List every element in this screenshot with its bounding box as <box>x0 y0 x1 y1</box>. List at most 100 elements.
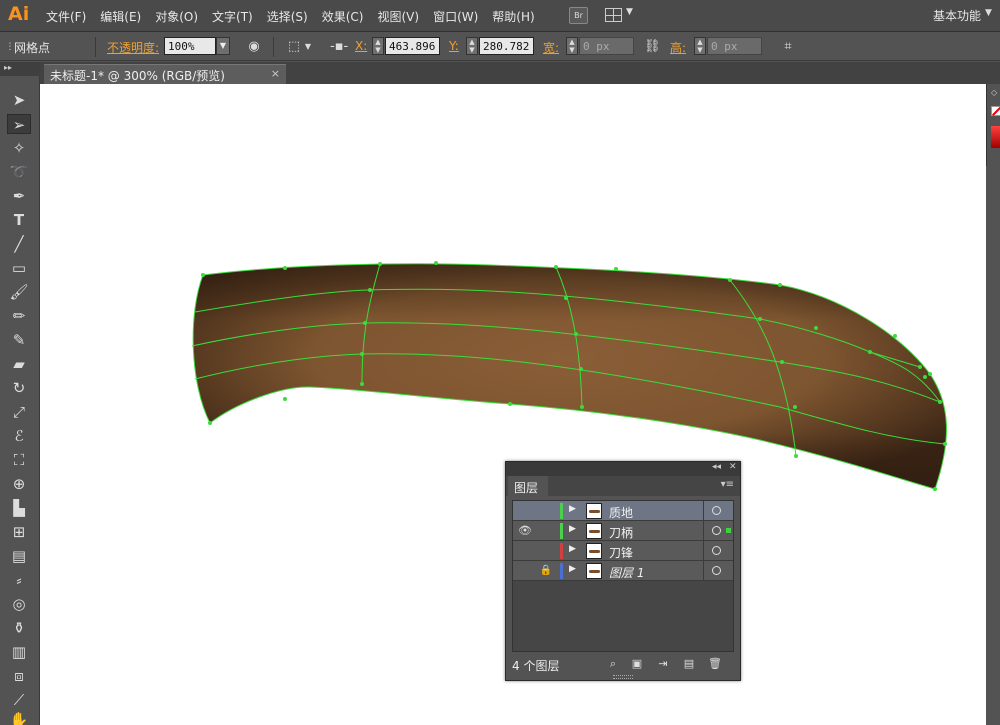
pen-tool-icon[interactable]: ✒ <box>7 186 31 206</box>
eyedropper-tool-icon[interactable]: ⸗ <box>7 570 31 590</box>
opacity-label[interactable]: 不透明度: <box>107 39 159 56</box>
new-layer-icon[interactable]: ▤ <box>682 657 696 671</box>
direct-selection-tool-icon[interactable]: ➢ <box>7 114 31 134</box>
width-input[interactable]: 0 px <box>579 37 634 55</box>
resize-grip[interactable] <box>613 675 633 679</box>
y-input[interactable]: 280.782 <box>479 37 534 55</box>
expand-icon[interactable]: ▶ <box>569 544 576 554</box>
layer-row[interactable]: 👁 ▶ 刀柄 <box>513 521 733 541</box>
layer-color-bar <box>560 543 563 559</box>
toolbar-header[interactable]: ▸▸ <box>0 62 40 76</box>
mesh-tool-icon[interactable]: ⊞ <box>7 522 31 542</box>
tab-layers[interactable]: 图层 <box>508 476 548 496</box>
no-fill-swatch-icon[interactable] <box>991 106 1000 116</box>
selection-tool-icon[interactable]: ➤ <box>7 90 31 110</box>
width-label: 宽: <box>543 41 560 55</box>
height-stepper[interactable]: ▲ ▼ <box>694 37 706 55</box>
layer-row[interactable]: ▶ 质地 <box>513 501 733 521</box>
layer-row[interactable]: ▶ 刀锋 <box>513 541 733 561</box>
layer-name[interactable]: 刀锋 <box>609 544 633 561</box>
pencil-tool-icon[interactable]: ✏ <box>7 306 31 326</box>
target-icon[interactable] <box>712 546 721 555</box>
grip-icon: ◇ <box>991 88 998 97</box>
layer-thumbnail <box>586 543 602 559</box>
layer-name[interactable]: 图层 1 <box>609 564 644 581</box>
menu-view[interactable]: 视图(V) <box>377 8 419 25</box>
arrange-documents-button[interactable]: ▼ <box>605 7 635 24</box>
document-tab[interactable]: 未标题-1* @ 300% (RGB/预览) × <box>44 64 286 84</box>
reference-point-icon[interactable]: -▪- <box>330 39 348 55</box>
scale-tool-icon[interactable]: ⤢ <box>7 402 31 422</box>
column-graph-tool-icon[interactable]: ▥ <box>7 642 31 662</box>
symbol-sprayer-tool-icon[interactable]: ⚱ <box>7 618 31 638</box>
height-input[interactable]: 0 px <box>707 37 762 55</box>
slice-tool-icon[interactable]: ⟋ <box>7 690 31 710</box>
menu-type[interactable]: 文字(T) <box>212 8 253 25</box>
shape-builder-tool-icon[interactable]: ⊕ <box>7 474 31 494</box>
lasso-tool-icon[interactable]: ➰ <box>7 162 31 182</box>
target-icon[interactable] <box>712 526 721 535</box>
isolate-icon[interactable]: ⌗ <box>780 39 796 55</box>
eye-icon[interactable]: 👁 <box>517 523 533 539</box>
layer-name[interactable]: 质地 <box>609 504 633 521</box>
opacity-input[interactable]: 100% <box>164 37 216 55</box>
width-stepper[interactable]: ▲ ▼ <box>566 37 578 55</box>
layers-panel-titlebar[interactable]: ◂◂ ✕ <box>506 462 740 476</box>
trash-icon[interactable]: 🗑 <box>708 657 722 671</box>
y-stepper[interactable]: ▲ ▼ <box>466 37 478 55</box>
chevron-down-icon[interactable]: ▼ <box>300 39 316 55</box>
gradient-tool-icon[interactable]: ▤ <box>7 546 31 566</box>
bridge-button[interactable]: Br <box>569 7 588 24</box>
close-icon[interactable]: × <box>271 67 280 80</box>
layer-thumbnail <box>586 503 602 519</box>
rectangle-tool-icon[interactable]: ▭ <box>7 258 31 278</box>
menu-file[interactable]: 文件(F) <box>46 8 86 25</box>
clipping-mask-icon[interactable]: ▣ <box>630 657 644 671</box>
panel-menu-icon[interactable]: ▾≡ <box>721 479 734 490</box>
target-icon[interactable] <box>712 506 721 515</box>
free-transform-tool-icon[interactable]: ⛶ <box>7 450 31 470</box>
layer-thumbnail <box>586 563 602 579</box>
artboard-tool-icon[interactable]: ⧈ <box>7 666 31 686</box>
collapsed-panel-dock[interactable]: ◇ <box>986 84 1000 166</box>
chevron-down-icon[interactable]: ▼ <box>985 8 992 18</box>
menu-effect[interactable]: 效果(C) <box>322 8 364 25</box>
layer-row[interactable]: 🔒 ▶ 图层 1 <box>513 561 733 581</box>
layer-name[interactable]: 刀柄 <box>609 524 633 541</box>
perspective-grid-tool-icon[interactable]: ▙ <box>7 498 31 518</box>
rotate-tool-icon[interactable]: ↻ <box>7 378 31 398</box>
warp-tool-icon[interactable]: ℰ <box>7 426 31 446</box>
menu-select[interactable]: 选择(S) <box>267 8 308 25</box>
blob-brush-tool-icon[interactable]: ✎ <box>7 330 31 350</box>
lock-icon[interactable]: 🔒 <box>539 563 553 579</box>
type-tool-icon[interactable]: T <box>7 210 31 230</box>
expand-icon[interactable]: ▶ <box>569 564 576 574</box>
locate-object-icon[interactable]: ⌕ <box>606 657 620 671</box>
menu-object[interactable]: 对象(O) <box>155 8 198 25</box>
x-stepper[interactable]: ▲ ▼ <box>372 37 384 55</box>
expand-icon[interactable]: ▶ <box>569 504 576 514</box>
target-icon[interactable] <box>712 566 721 575</box>
height-label: 高: <box>670 41 687 55</box>
link-icon[interactable]: ⛓ <box>644 39 661 55</box>
magic-wand-tool-icon[interactable]: ✧ <box>7 138 31 158</box>
menu-window[interactable]: 窗口(W) <box>433 8 478 25</box>
eraser-tool-icon[interactable]: ▰ <box>7 354 31 374</box>
menu-edit[interactable]: 编辑(E) <box>100 8 141 25</box>
menu-help[interactable]: 帮助(H) <box>492 8 534 25</box>
selection-indicator-icon[interactable] <box>726 528 731 533</box>
recolor-icon[interactable]: ◉ <box>246 39 262 55</box>
collapse-icon[interactable]: ◂◂ <box>712 462 721 472</box>
x-input[interactable]: 463.896 <box>385 37 440 55</box>
fill-swatch-icon[interactable] <box>991 126 1000 148</box>
opacity-dropdown[interactable]: ▼ <box>216 37 230 55</box>
expand-icon[interactable]: ▶ <box>569 524 576 534</box>
paintbrush-tool-icon[interactable]: 🖌 <box>7 282 31 302</box>
blend-tool-icon[interactable]: ◎ <box>7 594 31 614</box>
line-tool-icon[interactable]: ╱ <box>7 234 31 254</box>
workspace-switcher[interactable]: 基本功能 <box>933 7 981 24</box>
hand-tool-icon[interactable]: ✋ <box>7 710 31 725</box>
close-icon[interactable]: ✕ <box>729 462 737 472</box>
separator <box>703 521 704 541</box>
new-sublayer-icon[interactable]: ⇥ <box>656 657 670 671</box>
